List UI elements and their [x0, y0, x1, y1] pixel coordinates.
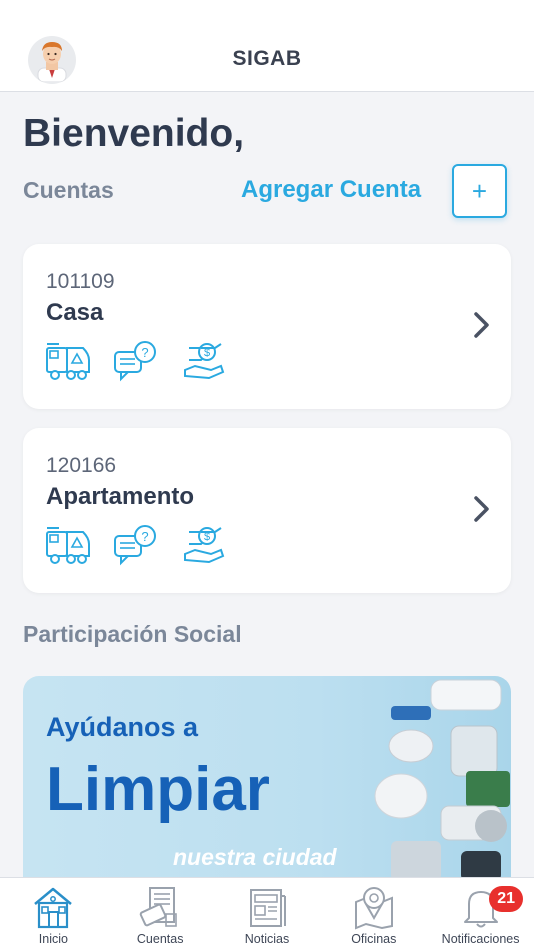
- welcome-heading: Bienvenido,: [23, 112, 245, 155]
- tab-label: Cuentas: [136, 932, 184, 946]
- account-name: Casa: [46, 299, 104, 326]
- app-title: SIGAB: [232, 47, 302, 70]
- tab-noticias[interactable]: Noticias: [214, 878, 321, 950]
- receipt-card-icon: [139, 887, 177, 927]
- chat-question-icon[interactable]: ?: [113, 524, 159, 566]
- payment-hands-icon[interactable]: $: [181, 524, 227, 566]
- payment-hands-icon[interactable]: $: [181, 340, 227, 382]
- bottom-tab-bar: Inicio Cuentas Noticias Oficinas Notific…: [0, 877, 534, 950]
- svg-text:?: ?: [141, 529, 148, 544]
- banner-headline: Limpiar: [46, 755, 270, 824]
- social-section-label: Participación Social: [23, 621, 242, 647]
- tab-oficinas[interactable]: Oficinas: [320, 878, 427, 950]
- account-card-casa[interactable]: 101109 Casa ? $: [23, 244, 511, 409]
- account-actions: ? $: [45, 340, 227, 382]
- accounts-section-label: Cuentas: [23, 177, 114, 203]
- tab-inicio[interactable]: Inicio: [0, 878, 107, 950]
- tab-label: Notificaciones: [441, 932, 520, 946]
- add-account-link[interactable]: Agregar Cuenta: [241, 176, 421, 204]
- tab-label: Inicio: [38, 932, 68, 946]
- newspaper-icon: [249, 889, 286, 927]
- app-header: SIGAB: [0, 0, 534, 92]
- garbage-truck-icon[interactable]: [45, 524, 91, 566]
- chat-question-icon[interactable]: ?: [113, 340, 159, 382]
- account-actions: ? $: [45, 524, 227, 566]
- notification-count-badge: 21: [489, 886, 524, 912]
- chevron-right-icon[interactable]: [471, 310, 493, 340]
- account-card-apartamento[interactable]: 120166 Apartamento ? $: [23, 428, 511, 593]
- account-number: 120166: [46, 454, 117, 477]
- account-name: Apartamento: [46, 483, 195, 510]
- map-pin-icon: [354, 887, 393, 930]
- banner-line3: nuestra ciudad: [173, 844, 337, 870]
- recycling-bottles-image: [374, 679, 510, 881]
- svg-text:?: ?: [141, 345, 148, 360]
- banner-line1: Ayúdanos a: [46, 712, 199, 742]
- cleanup-campaign-banner[interactable]: Ayúdanos a Limpiar nuestra ciudad: [23, 676, 511, 886]
- tab-label: Oficinas: [351, 932, 397, 946]
- chevron-right-icon[interactable]: [471, 494, 493, 524]
- garbage-truck-icon[interactable]: [45, 340, 91, 382]
- add-account-button[interactable]: +: [452, 164, 507, 218]
- tab-cuentas[interactable]: Cuentas: [107, 878, 214, 950]
- tab-notificaciones[interactable]: Notificaciones 21: [427, 878, 534, 950]
- tab-label: Noticias: [244, 932, 290, 946]
- home-icon: [34, 887, 73, 929]
- account-number: 101109: [46, 270, 115, 293]
